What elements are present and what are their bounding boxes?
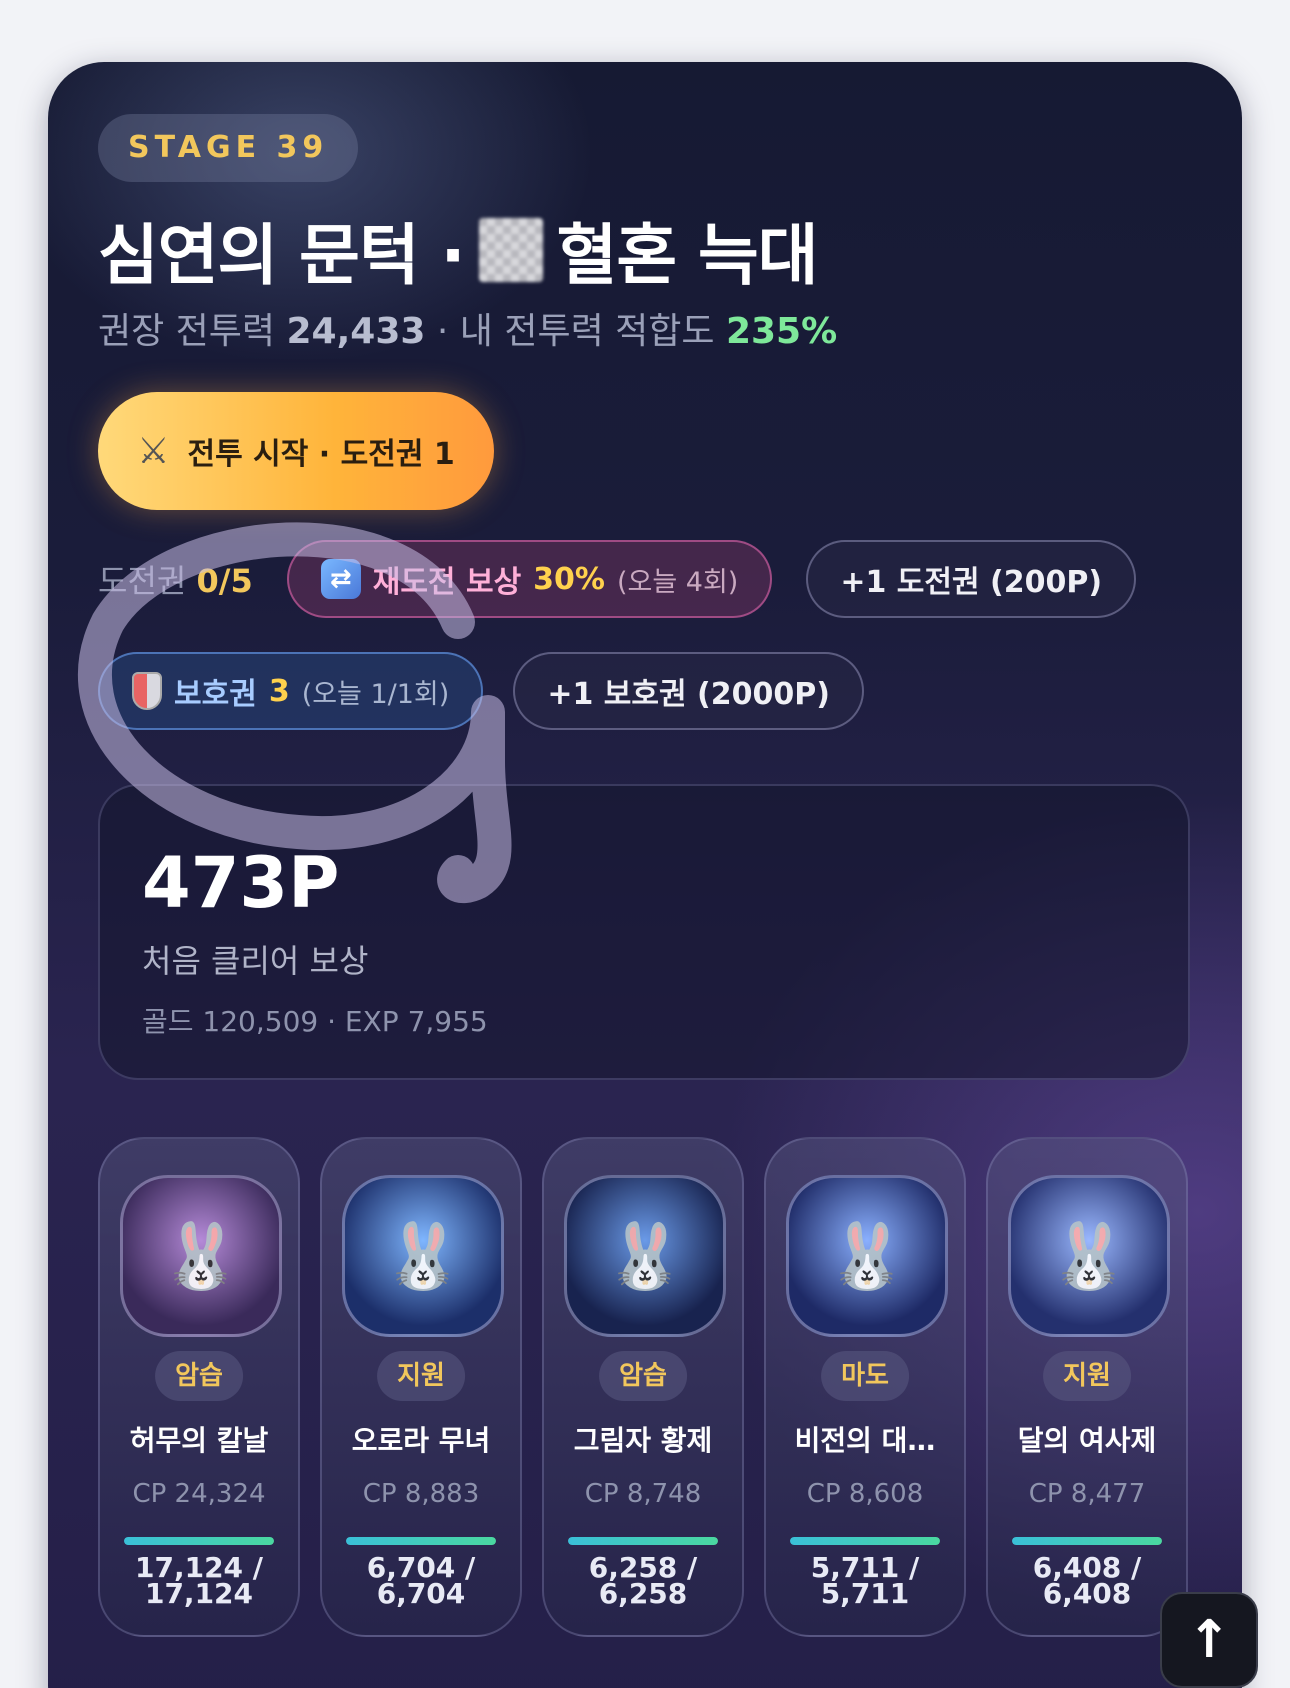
hero-name: 허무의 칼날: [129, 1424, 269, 1457]
hero-portrait: 🐰: [786, 1175, 948, 1337]
hp-fill: [346, 1537, 496, 1545]
hp-bar: [346, 1537, 496, 1545]
hp-max: 6,408: [1042, 1577, 1132, 1610]
bunny-icon: 🐰: [161, 1219, 241, 1294]
title-suffix: 혈혼 늑대: [556, 217, 819, 294]
hp-fill: [790, 1537, 940, 1545]
hero-cp: CP 8,608: [806, 1479, 924, 1509]
hp-max: 6,704: [376, 1577, 466, 1610]
ticket-count: 도전권 0/5: [98, 556, 253, 602]
ticket-label: 도전권: [98, 562, 187, 600]
recommended-power-label: 권장 전투력: [98, 311, 276, 352]
hero-portrait: 🐰: [342, 1175, 504, 1337]
fit-label: · 내 전투력 적합도: [436, 311, 715, 352]
hero-name: 달의 여사제: [1017, 1424, 1157, 1457]
stage-badge: STAGE 39: [98, 114, 359, 182]
buy-ticket-button[interactable]: +1 도전권 (200P): [806, 540, 1137, 618]
hp-text: 6,408 /6,408: [988, 1554, 1186, 1610]
hp-fill: [124, 1537, 274, 1545]
crossed-swords-icon: ⚔: [137, 430, 170, 472]
hp-bar: [790, 1537, 940, 1545]
stage-title: 심연의 문턱 · 혈혼 늑대: [98, 202, 818, 298]
hero-cp: CP 8,477: [1028, 1479, 1146, 1509]
hp-fill: [568, 1537, 718, 1545]
hp-max: 6,258: [598, 1577, 688, 1610]
start-battle-label: 전투 시작 · 도전권 1: [187, 437, 455, 472]
hero-card[interactable]: 🐰 지원 달의 여사제 CP 8,477 6,408 /6,408: [986, 1137, 1188, 1637]
fit-value: 235%: [725, 311, 838, 352]
title-prefix: 심연의 문턱 ·: [98, 217, 466, 294]
hero-card[interactable]: 🐰 암습 허무의 칼날 CP 24,324 17,124 /17,124: [98, 1137, 300, 1637]
hero-cp: CP 8,883: [362, 1479, 480, 1509]
buy-shield-button[interactable]: +1 보호권 (2000P): [513, 652, 864, 730]
power-info: 권장 전투력 24,433 · 내 전투력 적합도 235%: [98, 302, 837, 354]
reward-detail: 골드 120,509 · EXP 7,955: [142, 1005, 488, 1038]
retry-reward-chip: ⇄ 재도전 보상 30% (오늘 4회): [286, 540, 773, 618]
hero-cp: CP 8,748: [584, 1479, 702, 1509]
hero-portrait: 🐰: [564, 1175, 726, 1337]
arrow-up-icon: ↑: [1187, 1610, 1231, 1670]
hp-max: 5,711: [820, 1577, 910, 1610]
shield-row: 보호권 3 (오늘 1/1회) +1 보호권 (2000P): [98, 652, 864, 730]
hero-role: 마도: [821, 1351, 909, 1401]
hero-card[interactable]: 🐰 마도 비전의 대… CP 8,608 5,711 /5,711: [764, 1137, 966, 1637]
bunny-icon: 🐰: [1049, 1219, 1129, 1294]
shield-value: 3: [268, 673, 290, 709]
hero-portrait: 🐰: [1008, 1175, 1170, 1337]
bunny-icon: 🐰: [383, 1219, 463, 1294]
hp-bar: [1012, 1537, 1162, 1545]
hero-role: 지원: [377, 1351, 465, 1401]
shield-icon: [132, 672, 162, 710]
hp-fill: [1012, 1537, 1162, 1545]
reward-label: 처음 클리어 보상: [142, 942, 369, 980]
retry-reward-label: 재도전 보상: [372, 565, 522, 600]
stage-card: STAGE 39 심연의 문턱 · 혈혼 늑대 권장 전투력 24,433 · …: [48, 62, 1242, 1688]
hero-cp: CP 24,324: [132, 1479, 266, 1509]
bunny-icon: 🐰: [605, 1219, 685, 1294]
start-battle-button[interactable]: ⚔ 전투 시작 · 도전권 1: [98, 392, 494, 510]
recommended-power-value: 24,433: [286, 311, 426, 352]
bunny-icon: 🐰: [827, 1219, 907, 1294]
hp-bar: [124, 1537, 274, 1545]
repeat-icon: ⇄: [320, 559, 361, 599]
ticket-value: 0/5: [196, 562, 253, 600]
hp-text: 6,704 /6,704: [322, 1554, 520, 1610]
hero-portrait: 🐰: [120, 1175, 282, 1337]
scroll-to-top-button[interactable]: ↑: [1160, 1592, 1258, 1688]
hp-text: 17,124 /17,124: [100, 1554, 298, 1610]
hero-name: 오로라 무녀: [351, 1424, 491, 1457]
hero-name: 그림자 황제: [573, 1424, 713, 1457]
reward-amount: 473P: [142, 842, 340, 924]
shield-today: (오늘 1/1회): [301, 678, 450, 710]
hero-role: 지원: [1043, 1351, 1131, 1401]
hero-card[interactable]: 🐰 지원 오로라 무녀 CP 8,883 6,704 /6,704: [320, 1137, 522, 1637]
hero-name: 비전의 대…: [794, 1424, 936, 1457]
shield-chip: 보호권 3 (오늘 1/1회): [98, 652, 484, 730]
hero-role: 암습: [599, 1351, 687, 1401]
hp-bar: [568, 1537, 718, 1545]
hp-max: 17,124: [144, 1577, 254, 1610]
hp-text: 5,711 /5,711: [766, 1554, 964, 1610]
hp-text: 6,258 /6,258: [544, 1554, 742, 1610]
first-clear-reward: 473P 처음 클리어 보상 골드 120,509 · EXP 7,955: [98, 784, 1190, 1080]
hero-list: 🐰 암습 허무의 칼날 CP 24,324 17,124 /17,124 🐰 지…: [98, 1137, 1188, 1637]
retry-reward-today: (오늘 4회): [616, 566, 739, 598]
censored-image: [478, 218, 543, 282]
hero-card[interactable]: 🐰 암습 그림자 황제 CP 8,748 6,258 /6,258: [542, 1137, 744, 1637]
ticket-row: 도전권 0/5 ⇄ 재도전 보상 30% (오늘 4회) +1 도전권 (200…: [98, 540, 1137, 618]
shield-label: 보호권: [174, 677, 257, 712]
hero-role: 암습: [155, 1351, 243, 1401]
retry-reward-pct: 30%: [533, 561, 605, 597]
